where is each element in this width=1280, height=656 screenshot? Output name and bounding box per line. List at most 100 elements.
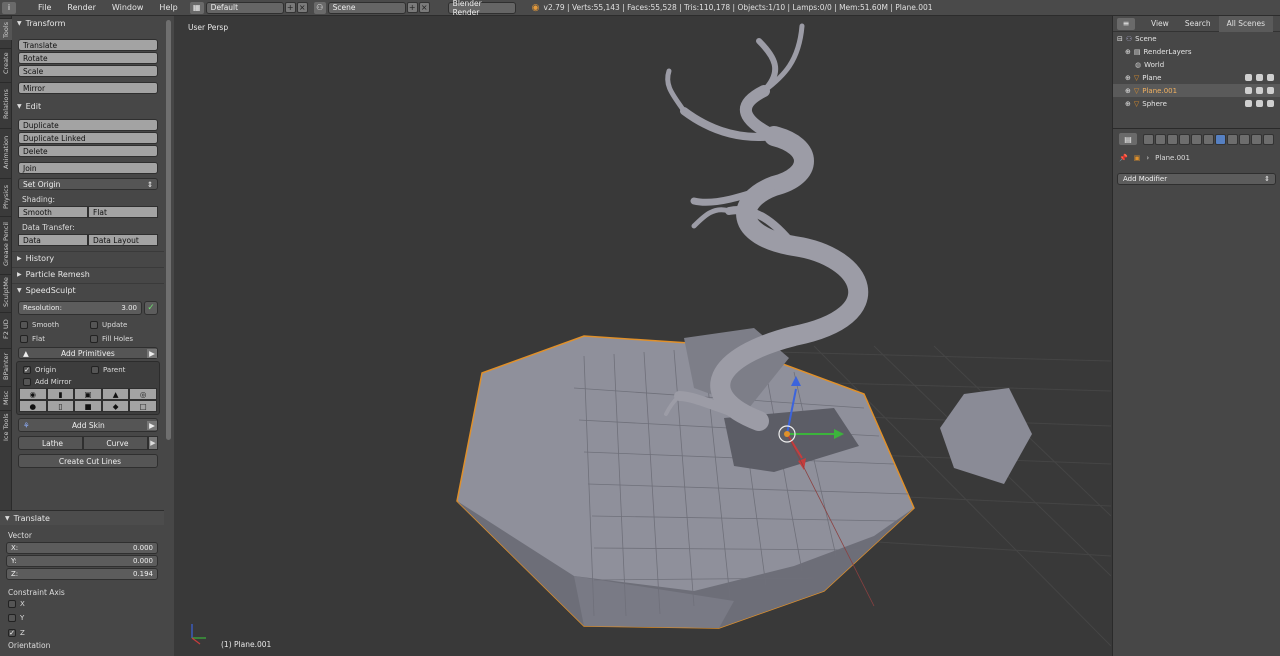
texture-tab-icon[interactable] (1251, 133, 1262, 145)
outliner-row-world[interactable]: ◍ World (1113, 58, 1280, 71)
torus-primitive-icon[interactable]: ◎ (129, 388, 157, 400)
operator-panel-header[interactable]: ▼ Translate (0, 511, 164, 525)
tab-f2ud[interactable]: F2 UD (0, 312, 12, 346)
outliner-row-plane[interactable]: ⊕ ▽ Plane (1113, 71, 1280, 84)
cylinder-primitive-icon[interactable]: ▮ (46, 388, 75, 400)
create-cut-lines-button[interactable]: Create Cut Lines (18, 454, 158, 468)
cube-primitive-icon[interactable]: ▣ (74, 388, 102, 400)
mirror-button[interactable]: Mirror (18, 82, 158, 94)
eye-icon[interactable] (1245, 74, 1252, 81)
camera-icon[interactable] (1267, 100, 1274, 107)
delete-button[interactable]: Delete (18, 145, 158, 157)
scene-tab-icon[interactable] (1167, 133, 1178, 145)
scene-field[interactable]: Scene (327, 1, 406, 14)
outliner-search-menu[interactable]: Search (1177, 16, 1219, 32)
constraint-y-checkbox[interactable]: Y (8, 614, 164, 624)
tab-animation[interactable]: Animation (0, 128, 12, 176)
add-modifier-dropdown[interactable]: Add Modifier ⇕ (1117, 173, 1276, 185)
tab-tools[interactable]: Tools (0, 18, 12, 40)
smooth-shading-button[interactable]: Smooth (18, 206, 88, 218)
outliner-row-plane001[interactable]: ⊕ ▽ Plane.001 (1113, 84, 1280, 97)
3d-viewport[interactable]: User Persp (1) Plane.001 (174, 16, 1111, 656)
sphere-alt-primitive-icon[interactable]: ● (19, 400, 47, 412)
parent-checkbox[interactable]: Parent (91, 366, 125, 374)
outliner-editor-icon[interactable]: ≡ (1117, 17, 1135, 30)
modifiers-tab-icon[interactable] (1215, 133, 1226, 145)
vector-y-field[interactable]: Y: 0.000 (6, 555, 158, 567)
resolution-field[interactable]: Resolution: 3.00 (18, 301, 142, 315)
smooth-checkbox[interactable]: Smooth (20, 321, 90, 329)
outliner-row-renderlayers[interactable]: ⊕ ▤ RenderLayers (1113, 45, 1280, 58)
transform-panel-header[interactable]: ▼ Transform (12, 16, 164, 30)
add-scene-button[interactable]: + (406, 2, 418, 13)
tab-grease-pencil[interactable]: Grease Pencil (0, 216, 12, 272)
menu-file[interactable]: File (30, 3, 59, 12)
eye-icon[interactable] (1245, 100, 1252, 107)
duplicate-linked-button[interactable]: Duplicate Linked (18, 132, 158, 144)
history-panel-header[interactable]: ▶ History (12, 251, 164, 265)
outliner-row-scene[interactable]: ⊟ ⚇ Scene (1113, 32, 1280, 45)
editor-type-icon[interactable]: i (2, 1, 16, 14)
remove-scene-button[interactable]: × (418, 2, 430, 13)
edit-panel-header[interactable]: ▼ Edit (12, 99, 164, 113)
eye-icon[interactable] (1245, 87, 1252, 94)
tab-relations[interactable]: Relations (0, 82, 12, 126)
add-layout-button[interactable]: + (284, 2, 296, 13)
translate-button[interactable]: Translate (18, 39, 158, 51)
constraint-x-checkbox[interactable]: X (8, 600, 164, 610)
confirm-check-icon[interactable]: ✓ (144, 301, 158, 315)
particles-tab-icon[interactable] (1263, 133, 1274, 145)
sphere-primitive-icon[interactable]: ◉ (19, 388, 47, 400)
toolshelf-scrollbar[interactable] (164, 16, 174, 656)
outliner-row-sphere[interactable]: ⊕ ▽ Sphere (1113, 97, 1280, 110)
join-button[interactable]: Join (18, 162, 158, 174)
scale-button[interactable]: Scale (18, 65, 158, 77)
particle-remesh-panel-header[interactable]: ▶ Particle Remesh (12, 267, 164, 281)
cursor-icon[interactable] (1256, 87, 1263, 94)
render-tab-icon[interactable] (1143, 133, 1154, 145)
update-checkbox[interactable]: Update (90, 321, 127, 329)
viewport-scene[interactable] (174, 16, 1111, 656)
lathe-button[interactable]: Lathe (18, 436, 83, 450)
render-layers-tab-icon[interactable] (1155, 133, 1166, 145)
material-tab-icon[interactable] (1239, 133, 1250, 145)
curve-button[interactable]: Curve (83, 436, 148, 450)
cylinder-alt-primitive-icon[interactable]: ▯ (46, 400, 75, 412)
duplicate-button[interactable]: Duplicate (18, 119, 158, 131)
vector-z-field[interactable]: Z: 0.194 (6, 568, 158, 580)
menu-render[interactable]: Render (59, 3, 103, 12)
speedsculpt-panel-header[interactable]: ▼ SpeedSculpt (12, 283, 164, 297)
set-origin-dropdown[interactable]: Set Origin ⇕ (18, 178, 158, 190)
constraints-tab-icon[interactable] (1203, 133, 1214, 145)
layout-icon[interactable]: ▦ (189, 1, 204, 14)
rock-mesh[interactable] (940, 388, 1032, 484)
tab-misc[interactable]: Misc (0, 386, 12, 408)
vector-x-field[interactable]: X: 0.000 (6, 542, 158, 554)
camera-icon[interactable] (1267, 87, 1274, 94)
cursor-icon[interactable] (1256, 74, 1263, 81)
properties-editor-icon[interactable]: ▤ (1119, 133, 1137, 145)
data-tab-icon[interactable] (1227, 133, 1238, 145)
flat-shading-button[interactable]: Flat (88, 206, 158, 218)
plane-primitive-icon[interactable]: □ (129, 400, 157, 412)
tab-sculptme[interactable]: SculptMe (0, 274, 12, 310)
scroll-thumb[interactable] (166, 20, 171, 440)
tab-bpainter[interactable]: BPainter (0, 348, 12, 384)
cone-primitive-icon[interactable]: ▲ (101, 388, 130, 400)
plane-001-mesh[interactable] (456, 328, 915, 629)
tab-physics[interactable]: Physics (0, 178, 12, 214)
origin-checkbox[interactable]: ✓ Origin (23, 366, 91, 374)
add-skin-button[interactable]: ⚘ Add Skin ▶ (18, 418, 158, 432)
menu-window[interactable]: Window (104, 3, 152, 12)
data-layout-button[interactable]: Data Layout (88, 234, 158, 246)
outliner-view-menu[interactable]: View (1143, 16, 1177, 32)
play-arrow-icon[interactable]: ▶ (148, 436, 158, 450)
pin-icon[interactable]: 📌 (1119, 154, 1128, 162)
tab-create[interactable]: Create (0, 48, 12, 78)
cube-alt-primitive-icon[interactable]: ■ (74, 400, 102, 412)
outliner-display-mode[interactable]: All Scenes (1218, 15, 1274, 32)
tab-ice-tools[interactable]: Ice Tools (0, 410, 12, 444)
constraint-z-checkbox[interactable]: ✓ Z (8, 628, 164, 637)
fill-holes-checkbox[interactable]: Fill Holes (90, 335, 133, 343)
add-primitives-button[interactable]: ▲ Add Primitives ▶ (18, 347, 158, 359)
